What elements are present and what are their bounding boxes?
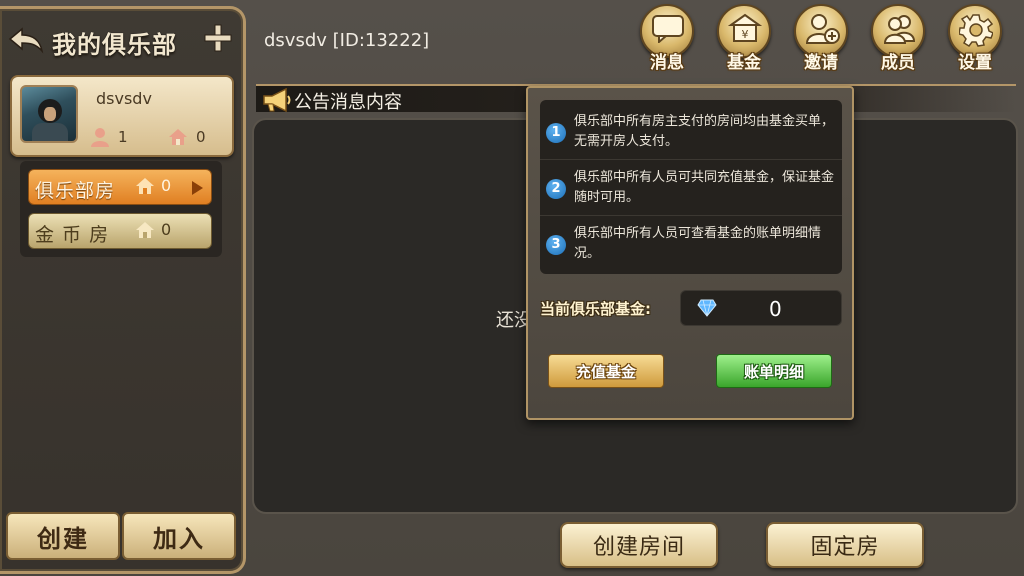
invite-button[interactable]: 邀请 bbox=[790, 4, 852, 74]
club-room-count: 0 bbox=[135, 176, 171, 195]
number-badge: 2 bbox=[546, 179, 566, 199]
fund-balance-box: 0 bbox=[680, 290, 842, 326]
house-icon bbox=[136, 177, 154, 194]
fund-button[interactable]: ¥ 基金 bbox=[713, 4, 775, 74]
fund-info-item: 2 俱乐部中所有人员可共同充值基金，保证基金随时可用。 bbox=[540, 160, 842, 216]
club-card[interactable]: dsvsdv 1 0 bbox=[10, 75, 234, 157]
members-icon bbox=[883, 15, 916, 44]
plus-icon bbox=[204, 24, 232, 52]
chevron-right-icon bbox=[192, 181, 203, 195]
club-room-button[interactable]: 俱乐部房 0 bbox=[28, 169, 212, 205]
settings-label: 设置 bbox=[958, 53, 992, 73]
fund-info-text: 俱乐部中所有房主支付的房间均由基金买单，无需开房人支付。 bbox=[574, 114, 835, 149]
coin-room-label: 金 币 房 bbox=[35, 224, 110, 246]
settings-button[interactable]: 设置 bbox=[944, 4, 1006, 74]
fund-info-text: 俱乐部中所有人员可共同充值基金，保证基金随时可用。 bbox=[574, 170, 835, 205]
fund-label: 基金 bbox=[727, 53, 761, 73]
create-room-button[interactable]: 创建房间 bbox=[560, 522, 718, 568]
avatar bbox=[20, 85, 78, 143]
coin-room-count: 0 bbox=[135, 220, 171, 239]
club-name: dsvsdv bbox=[96, 89, 152, 108]
sidebar-title: 我的俱乐部 bbox=[52, 31, 177, 59]
fund-balance-value: 0 bbox=[769, 297, 782, 321]
fund-info-item: 3 俱乐部中所有人员可查看基金的账单明细情况。 bbox=[540, 216, 842, 272]
fund-info-item: 1 俱乐部中所有房主支付的房间均由基金买单，无需开房人支付。 bbox=[540, 104, 842, 160]
invite-label: 邀请 bbox=[804, 53, 838, 73]
add-club-button[interactable] bbox=[203, 23, 233, 53]
room-count: 0 bbox=[168, 127, 206, 147]
fund-icon: ¥ bbox=[728, 13, 762, 42]
number-badge: 1 bbox=[546, 123, 566, 143]
house-icon bbox=[169, 129, 187, 145]
room-count-value: 0 bbox=[196, 128, 206, 146]
message-button[interactable]: 消息 bbox=[636, 4, 698, 74]
recharge-fund-button[interactable]: 充值基金 bbox=[548, 354, 664, 388]
fixed-room-button[interactable]: 固定房 bbox=[766, 522, 924, 568]
number-badge: 3 bbox=[546, 235, 566, 255]
members-label: 成员 bbox=[881, 53, 915, 73]
join-club-button[interactable]: 加入 bbox=[122, 512, 236, 560]
create-club-button[interactable]: 创建 bbox=[6, 512, 120, 560]
member-count: 1 bbox=[90, 127, 128, 147]
members-button[interactable]: 成员 bbox=[867, 4, 929, 74]
bill-details-button[interactable]: 账单明细 bbox=[716, 354, 832, 388]
club-room-label: 俱乐部房 bbox=[35, 180, 116, 202]
diamond-icon bbox=[697, 299, 717, 317]
club-room-count-value: 0 bbox=[161, 176, 172, 195]
back-button[interactable] bbox=[6, 25, 46, 55]
fund-info-text: 俱乐部中所有人员可查看基金的账单明细情况。 bbox=[574, 226, 822, 261]
megaphone-icon bbox=[263, 88, 291, 112]
fund-popup: 1 俱乐部中所有房主支付的房间均由基金买单，无需开房人支付。 2 俱乐部中所有人… bbox=[526, 86, 854, 420]
room-type-list: 俱乐部房 0 金 币 房 0 bbox=[20, 161, 222, 257]
message-label: 消息 bbox=[650, 53, 684, 73]
house-icon bbox=[136, 221, 154, 238]
current-fund-label: 当前俱乐部基金: bbox=[540, 300, 651, 318]
gear-icon bbox=[959, 14, 993, 47]
person-icon bbox=[91, 128, 109, 147]
notice-title: 公告消息内容 bbox=[294, 92, 402, 113]
club-header-title: dsvsdv [ID:13222] bbox=[264, 30, 430, 51]
message-icon bbox=[652, 15, 684, 43]
member-count-value: 1 bbox=[118, 128, 128, 146]
invite-icon bbox=[805, 14, 840, 44]
coin-room-count-value: 0 bbox=[161, 220, 172, 239]
svg-text:¥: ¥ bbox=[742, 28, 749, 41]
fund-info-list: 1 俱乐部中所有房主支付的房间均由基金买单，无需开房人支付。 2 俱乐部中所有人… bbox=[540, 100, 842, 274]
back-arrow-icon bbox=[8, 27, 44, 54]
coin-room-button[interactable]: 金 币 房 0 bbox=[28, 213, 212, 249]
club-sidebar: 我的俱乐部 dsvsdv 1 0 俱乐部房 0 金 币 房 0 bbox=[0, 6, 246, 574]
